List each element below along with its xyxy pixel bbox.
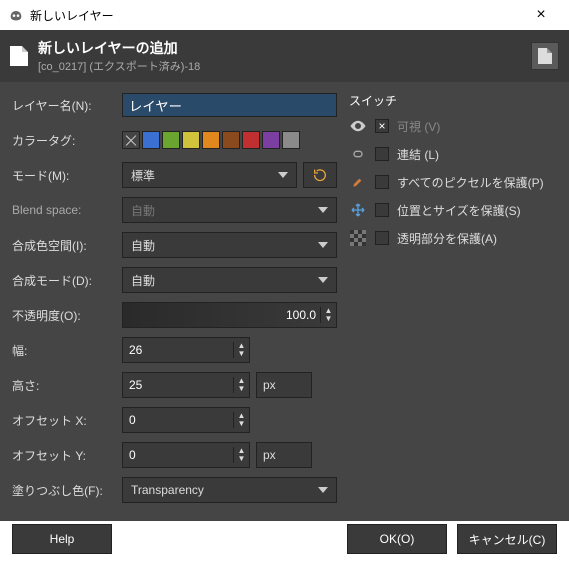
lock-alpha-checkbox[interactable] xyxy=(375,231,389,245)
blend-space-label: Blend space: xyxy=(12,203,122,217)
eye-icon xyxy=(349,117,367,135)
chevron-down-icon xyxy=(318,207,328,213)
height-label: 高さ: xyxy=(12,377,122,394)
color-tag-blue[interactable] xyxy=(142,131,160,149)
fill-select[interactable]: Transparency xyxy=(122,477,337,503)
height-spinner[interactable]: 25 ▲▼ xyxy=(122,372,250,398)
help-button[interactable]: Help xyxy=(12,524,112,554)
offset-x-spinner[interactable]: 0 ▲▼ xyxy=(122,407,250,433)
switches-title: スイッチ xyxy=(349,92,557,109)
chevron-down-icon xyxy=(318,277,328,283)
brush-icon xyxy=(349,173,367,191)
composite-space-select[interactable]: 自動 xyxy=(122,232,337,258)
color-tag-gray[interactable] xyxy=(282,131,300,149)
color-tag-orange[interactable] xyxy=(202,131,220,149)
size-unit-select[interactable]: px xyxy=(256,372,312,398)
mode-reset-button[interactable] xyxy=(303,162,337,188)
app-icon xyxy=(8,7,24,23)
spin-down-icon[interactable]: ▼ xyxy=(234,350,249,358)
new-layer-icon xyxy=(10,46,28,66)
mode-label: モード(M): xyxy=(12,167,122,184)
linked-checkbox[interactable] xyxy=(375,147,389,161)
offset-x-label: オフセット X: xyxy=(12,412,122,429)
lock-pixels-checkbox[interactable] xyxy=(375,175,389,189)
blend-space-select[interactable]: 自動 xyxy=(122,197,337,223)
spin-down-icon[interactable]: ▼ xyxy=(234,420,249,428)
color-tag-brown[interactable] xyxy=(222,131,240,149)
cancel-button[interactable]: キャンセル(C) xyxy=(457,524,557,554)
header-title: 新しいレイヤーの追加 xyxy=(38,38,200,58)
opacity-spinner[interactable]: 100.0 ▲▼ xyxy=(122,302,337,328)
header-subtitle: [co_0217] (エクスポート済み)-18 xyxy=(38,58,200,74)
page-icon xyxy=(538,48,552,64)
fill-label: 塗りつぶし色(F): xyxy=(12,482,122,499)
spin-down-icon[interactable]: ▼ xyxy=(234,385,249,393)
color-tag-violet[interactable] xyxy=(262,131,280,149)
move-icon xyxy=(349,201,367,219)
offset-y-label: オフセット Y: xyxy=(12,447,122,464)
color-tag-none[interactable] xyxy=(122,131,140,149)
color-tag-group xyxy=(122,131,300,149)
window-title: 新しいレイヤー xyxy=(30,7,521,24)
layer-name-input[interactable] xyxy=(122,93,337,117)
ok-button[interactable]: OK(O) xyxy=(347,524,447,554)
mode-select[interactable]: 標準 xyxy=(122,162,297,188)
offset-unit-select[interactable]: px xyxy=(256,442,312,468)
chevron-down-icon xyxy=(318,487,328,493)
chevron-down-icon xyxy=(318,242,328,248)
width-label: 幅: xyxy=(12,342,122,359)
composite-mode-select[interactable]: 自動 xyxy=(122,267,337,293)
lock-position-checkbox[interactable] xyxy=(375,203,389,217)
opacity-label: 不透明度(O): xyxy=(12,307,122,324)
chevron-down-icon xyxy=(278,172,288,178)
close-button[interactable]: × xyxy=(521,6,561,24)
color-tag-green[interactable] xyxy=(162,131,180,149)
composite-mode-label: 合成モード(D): xyxy=(12,272,122,289)
reset-defaults-button[interactable] xyxy=(531,42,559,70)
width-spinner[interactable]: 26 ▲▼ xyxy=(122,337,250,363)
color-tag-red[interactable] xyxy=(242,131,260,149)
chain-icon xyxy=(349,145,367,163)
color-tag-label: カラータグ: xyxy=(12,132,122,149)
spin-down-icon[interactable]: ▼ xyxy=(321,315,336,323)
layer-name-label: レイヤー名(N): xyxy=(12,97,122,114)
alpha-icon xyxy=(349,229,367,247)
color-tag-yellow[interactable] xyxy=(182,131,200,149)
spin-down-icon[interactable]: ▼ xyxy=(234,455,249,463)
composite-space-label: 合成色空間(I): xyxy=(12,237,122,254)
offset-y-spinner[interactable]: 0 ▲▼ xyxy=(122,442,250,468)
visible-checkbox[interactable] xyxy=(375,119,389,133)
